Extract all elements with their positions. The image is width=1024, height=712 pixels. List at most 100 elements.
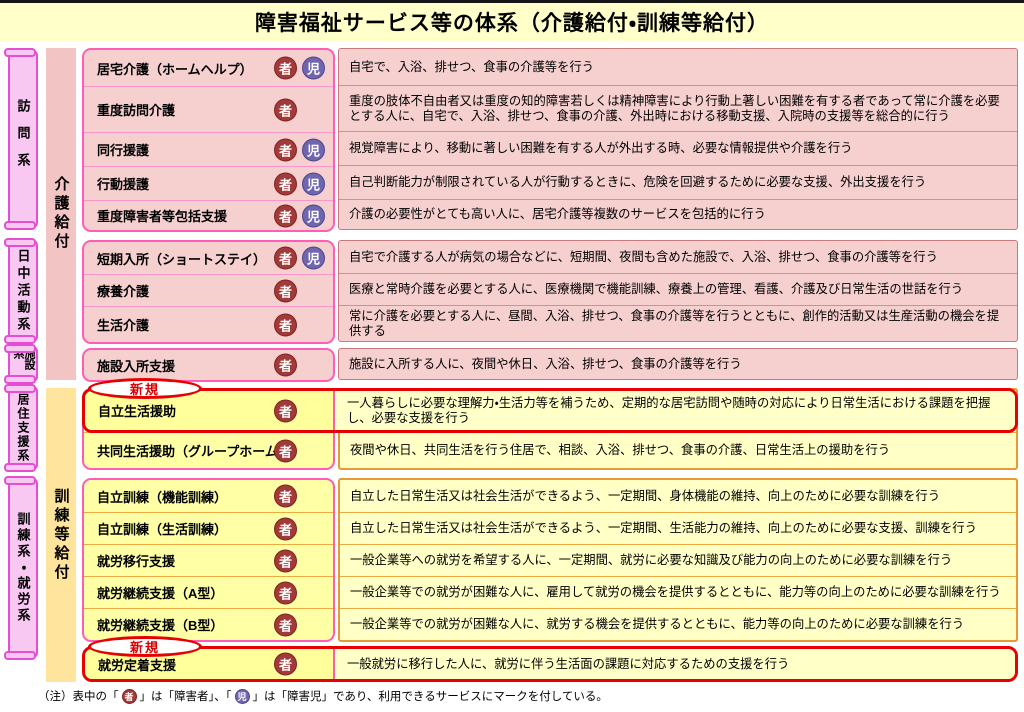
service-name-label: 短期入所（ショートステイ） (84, 249, 266, 268)
service-desc-group: 自立した日常生活又は社会生活ができるよう、一定期間、身体機能の維持、向上のために… (338, 478, 1018, 642)
service-row-desc-cell: 夜間や休日、共同生活を行う住居で、相談、入浴、排せつ、食事の介護、日常生活上の援… (340, 432, 1016, 468)
service-name-group: 短期入所（ショートステイ）者児療養介護者生活介護者 (82, 240, 335, 344)
service-row-desc-cell: 一般企業等での就労が困難な人に、雇用して就労の機会を提供するとともに、能力等の向… (340, 576, 1016, 608)
service-row-desc-cell: 自宅で介護する人が病気の場合などに、短期間、夜間も含めた施設で、入浴、排せつ、食… (339, 241, 1017, 273)
service-desc-text: 夜間や休日、共同生活を行う住居で、相談、入浴、排せつ、食事の介護、日常生活上の援… (350, 443, 890, 458)
service-desc-text: 介護の必要性がとても高い人に、居宅介護等複数のサービスを包括的に行う (349, 207, 766, 222)
adult-badge-icon: 者 (274, 204, 297, 227)
service-name-label: 共同生活援助（グループホーム） (84, 441, 291, 460)
service-row-desc-cell: 施設に入所する人に、夜間や休日、入浴、排せつ、食事の介護等を行う (339, 349, 1017, 379)
service-desc-text: 一般企業等への就労を希望する人に、一定期間、就労に必要な知識及び能力の向上のため… (350, 553, 952, 568)
badge-label: 者 (279, 519, 292, 538)
service-name-label: 生活介護 (84, 315, 149, 334)
service-row-name-cell: 共同生活援助（グループホーム）者 (84, 432, 333, 468)
adult-badge-icon: 者 (274, 313, 297, 336)
badge-label: 児 (307, 249, 320, 268)
service-row-name-cell: 同行援護者児 (84, 132, 333, 166)
category-scroll-label: 日中活動系 (8, 240, 38, 342)
adult-badge-icon: 者 (274, 172, 297, 195)
adult-badge-legend-icon: 者 (122, 689, 137, 704)
service-row-name-cell: 自立訓練（機能訓練） 者 (84, 480, 333, 512)
badge-label: 者 (279, 583, 292, 602)
adult-badge-icon: 者 (274, 279, 297, 302)
service-name-label: 自立訓練（機能訓練） (84, 487, 227, 506)
service-row-desc-cell: 自己判断能力が制限されている人が行動するときに、危険を回避するために必要な支援、… (339, 165, 1017, 199)
service-desc-group: 自宅で、入浴、排せつ、食事の介護等を行う重度の肢体不自由者又は重度の知的障害若し… (338, 48, 1018, 230)
page-title: 障害福祉サービス等の体系（介護給付・訓練等給付） (255, 7, 769, 37)
service-desc-group: 自宅で介護する人が病気の場合などに、短期間、夜間も含めた施設で、入浴、排せつ、食… (338, 240, 1018, 342)
service-desc-text: 自立した日常生活又は社会生活ができるよう、一定期間、身体機能の維持、向上のために… (350, 489, 940, 504)
badge-label: 児 (307, 206, 320, 225)
badge-label: 者 (279, 249, 292, 268)
category-scroll-label: 訪問系 (8, 50, 38, 228)
service-name-label: 施設入所支援 (84, 356, 175, 375)
service-row-desc-cell: 介護の必要性がとても高い人に、居宅介護等複数のサービスを包括的に行う (339, 199, 1017, 229)
service-name-label: 自立生活援助 (85, 401, 176, 420)
page: 障害福祉サービス等の体系（介護給付・訓練等給付） 訪問系日中活動系施設系居住支援… (0, 0, 1024, 712)
service-row-desc-cell: 自立した日常生活又は社会生活ができるよう、一定期間、生活能力の維持、向上のために… (340, 512, 1016, 544)
service-name-group: 自立訓練（機能訓練）者自立訓練（生活訓練）者就労移行支援者就労継続支援（A型）者… (82, 478, 335, 642)
service-desc-text: 視覚障害により、移動に著しい困難を有する人が外出する時、必要な情報提供や介護を行… (349, 141, 852, 156)
new-service-row: 就労定着支援者一般就労に移行した人に、就労に伴う生活面の課題に対応するための支援… (82, 646, 1018, 682)
service-row-desc-cell: 自宅で、入浴、排せつ、食事の介護等を行う (339, 49, 1017, 85)
service-row-desc-cell: 一般企業等での就労が困難な人に、就労する機会を提供するとともに、能力等の向上のた… (340, 608, 1016, 640)
service-desc-text: 自宅で、入浴、排せつ、食事の介護等を行う (349, 60, 594, 75)
service-name-label: 就労移行支援 (84, 551, 175, 570)
badge-label: 者 (279, 59, 292, 78)
badge-label: 者 (279, 655, 292, 674)
service-name-label: 行動援護 (84, 174, 149, 193)
new-badge: 新規 (88, 636, 202, 657)
adult-badge-icon: 者 (274, 485, 297, 508)
badge-label: 者 (279, 356, 292, 375)
badge-label: 者 (279, 615, 292, 634)
adult-badge-icon: 者 (274, 613, 297, 636)
service-row-name-cell: 就労継続支援（B型） 者 (84, 608, 333, 640)
footnote-text: 」は「障害児」であり、利用できるサービスにマークを付している。 (253, 688, 608, 704)
service-desc-group: 施設に入所する人に、夜間や休日、入浴、排せつ、食事の介護等を行う (338, 348, 1018, 380)
child-badge-icon: 児 (302, 172, 325, 195)
adult-badge-icon: 者 (274, 549, 297, 572)
service-row-desc-cell: 医療と常時介護を必要とする人に、医療機関で機能訓練、療養上の管理、看護、介護及び… (339, 273, 1017, 305)
category-label: 訓練系・就労系 (17, 512, 30, 624)
adult-badge-icon: 者 (274, 517, 297, 540)
category-scroll-label: 居住支援系 (8, 386, 38, 470)
child-badge-label: 児 (237, 690, 246, 703)
badge-label: 者 (279, 206, 292, 225)
service-row-desc-cell: 自立した日常生活又は社会生活ができるよう、一定期間、身体機能の維持、向上のために… (340, 480, 1016, 512)
child-badge-legend-icon: 児 (235, 689, 250, 704)
service-desc-text: 一人暮らしに必要な理解力・生活力等を補うため、定期的な居宅訪問や随時の対応により… (347, 396, 1009, 426)
service-row-desc-cell: 常に介護を必要とする人に、昼間、入浴、排せつ、食事の介護等を行うとともに、創作的… (339, 305, 1017, 341)
badge-label: 者 (279, 281, 292, 300)
category-label: 日中活動系 (17, 249, 30, 334)
category-label: 施設系 (12, 348, 34, 380)
benefit-type-strip: 介護給付 (46, 48, 76, 380)
new-badge: 新規 (88, 378, 202, 399)
service-desc-text: 一般就労に移行した人に、就労に伴う生活面の課題に対応するための支援を行う (347, 657, 789, 672)
badge-label: 者 (279, 441, 292, 460)
footnote-note: （注）表中の「 者 」は「障害者」、「 児 」は「障害児」であり、利用できるサー… (38, 688, 608, 704)
badge-label: 者 (279, 140, 292, 159)
category-label: 訪問系 (17, 99, 30, 180)
child-badge-icon: 児 (302, 247, 325, 270)
child-badge-icon: 児 (302, 57, 325, 80)
service-name-label: 重度障害者等包括支援 (84, 206, 227, 225)
category-scroll-label: 施設系 (8, 346, 38, 382)
service-row-name-cell: 重度障害者等包括支援 者児 (84, 200, 333, 230)
adult-badge-icon: 者 (274, 354, 297, 377)
service-name-label: 就労継続支援（B型） (84, 615, 223, 634)
service-name-label: 同行援護 (84, 140, 149, 159)
child-badge-icon: 児 (302, 204, 325, 227)
footnote-text: 」は「障害者」、「 (140, 688, 232, 704)
benefit-label: 訓練等給付 (54, 488, 69, 583)
adult-badge-label: 者 (124, 690, 133, 703)
service-row-name-cell: 就労移行支援 者 (84, 544, 333, 576)
badge-label: 者 (279, 174, 292, 193)
category-scroll-label: 訓練系・就労系 (8, 478, 38, 658)
new-service-row: 自立生活援助者一人暮らしに必要な理解力・生活力等を補うため、定期的な居宅訪問や随… (82, 388, 1018, 433)
service-row-desc-cell: 視覚障害により、移動に著しい困難を有する人が外出する時、必要な情報提供や介護を行… (339, 131, 1017, 165)
service-name-label: 居宅介護（ホームヘルプ） (84, 59, 253, 78)
service-desc-text: 一般企業等での就労が困難な人に、就労する機会を提供するとともに、能力等の向上のた… (350, 617, 964, 632)
badge-label: 者 (279, 315, 292, 334)
service-desc-text: 重度の肢体不自由者又は重度の知的障害若しくは精神障害により行動上著しい困難を有す… (349, 94, 1011, 124)
service-row-name-cell: 就労継続支援（A型）者 (84, 576, 333, 608)
